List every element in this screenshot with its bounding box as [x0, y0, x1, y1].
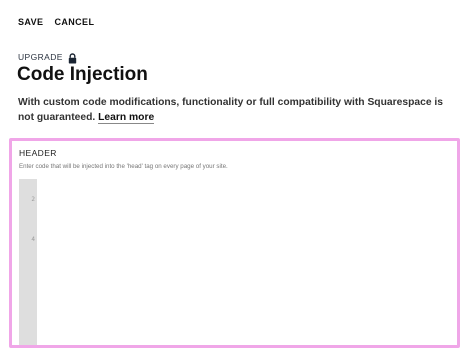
line-number-gutter: 2 4 [19, 179, 37, 345]
description-text: With custom code modifications, function… [18, 97, 443, 123]
page-title: Code Injection [17, 64, 148, 85]
section-help-text: Enter code that will be injected into th… [19, 163, 228, 170]
line-number: 4 [31, 236, 35, 243]
page-description: With custom code modifications, function… [18, 95, 458, 125]
learn-more-link[interactable]: Learn more [98, 112, 155, 124]
upgrade-link[interactable]: UPGRADE [18, 52, 63, 62]
save-button[interactable]: SAVE [18, 17, 43, 27]
upgrade-row: UPGRADE [18, 51, 77, 64]
section-label: HEADER [19, 148, 57, 158]
header-code-editor[interactable]: 2 4 [19, 179, 453, 345]
cancel-button[interactable]: CANCEL [54, 17, 94, 27]
toolbar: SAVE CANCEL [18, 17, 94, 27]
line-number: 2 [31, 196, 35, 203]
lock-icon [68, 51, 77, 64]
header-code-section: HEADER Enter code that will be injected … [9, 138, 460, 348]
